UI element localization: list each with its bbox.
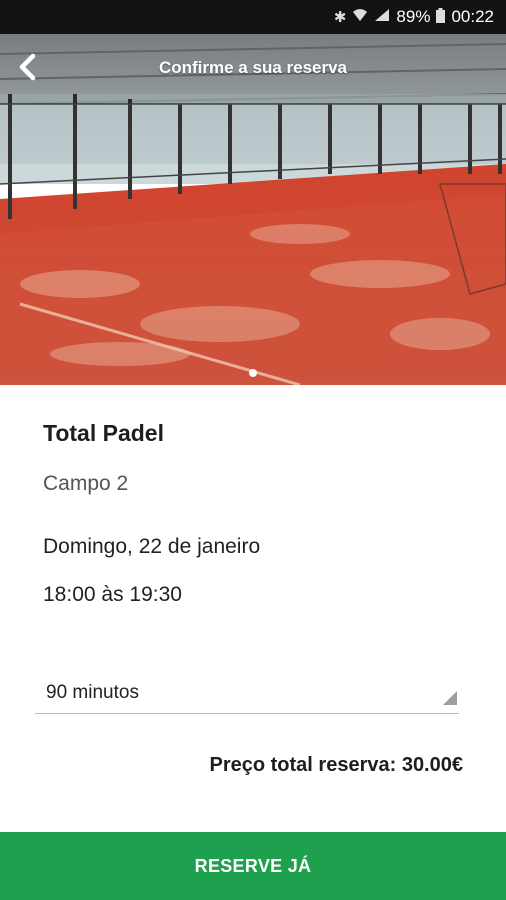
image-pager: [0, 362, 506, 381]
toolbar: Confirme a sua reserva: [0, 34, 506, 104]
booking-time: 18:00 às 19:30: [43, 583, 182, 606]
duration-value: 90 minutos: [46, 682, 139, 703]
court-name: Campo 2: [43, 472, 129, 495]
page-title: Confirme a sua reserva: [158, 58, 348, 77]
bluetooth-icon: ✱: [333, 9, 347, 26]
dropdown-triangle-icon: [443, 690, 457, 709]
wifi-icon: [352, 8, 368, 26]
status-bar: ✱ 89% 00:22: [0, 0, 506, 34]
duration-select[interactable]: 90 minutos: [35, 676, 459, 714]
reserve-button[interactable]: RESERVE JÁ: [0, 832, 506, 900]
total-price: Preço total reserva: 30.00€: [209, 754, 464, 776]
pager-dot-active[interactable]: [249, 369, 257, 377]
clock: 00:22: [451, 7, 494, 26]
booking-date: Domingo, 22 de janeiro: [43, 535, 261, 558]
signal-icon: [374, 8, 390, 26]
battery-level: 89%: [396, 7, 431, 26]
club-name: Total Padel: [43, 420, 164, 446]
battery-icon: [436, 7, 446, 27]
reserve-button-label: RESERVE JÁ: [194, 855, 312, 876]
